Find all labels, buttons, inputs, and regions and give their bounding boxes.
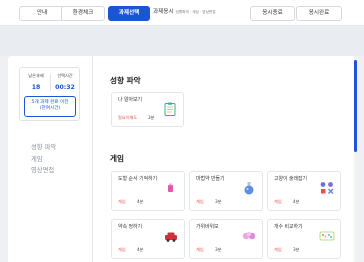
count-compare-icon <box>319 231 335 241</box>
header-band <box>0 27 364 56</box>
task-card-time: 3분 <box>148 115 155 120</box>
clipboard-icon <box>164 102 176 116</box>
column-divider <box>92 56 93 262</box>
cat-grid-icon <box>320 182 334 194</box>
step-env-check[interactable]: 환경체크 <box>61 6 105 21</box>
sidebar-item-game[interactable]: 게임 <box>31 154 43 163</box>
task-card-time: 3분 <box>215 247 222 252</box>
remaining-value: 18 <box>31 84 41 91</box>
step-task-take[interactable]: 과제응시 성향파악 · 게임 · 영상면접 <box>153 6 251 21</box>
step-task-select[interactable]: 과제선택 <box>108 6 150 21</box>
task-card-time: 3분 <box>215 199 222 204</box>
section-title-game: 게임 <box>110 154 124 163</box>
task-card-tag: 게임 <box>274 199 282 204</box>
task-card-title: 약속 정하기 <box>118 224 143 230</box>
task-card-title: 나 알아보기 <box>118 97 143 103</box>
task-card-tag: 필요이해도 <box>118 115 138 120</box>
task-card-game[interactable]: 도형 순서 기억하기 게임 4분 <box>111 171 185 211</box>
task-card-title: 개수 비교하기 <box>274 224 303 230</box>
task-card-tag: 게임 <box>196 247 204 252</box>
sidebar-item-personality[interactable]: 성향 파악 <box>31 142 56 151</box>
task-card-time: 4분 <box>293 199 300 204</box>
task-card-game[interactable]: 가위바위보 게임 3분 <box>189 219 263 259</box>
scrollbar-thumb[interactable] <box>354 60 357 152</box>
step-bar: 안내 환경체크 과제선택 과제응시 성향파악 · 게임 · 영상면접 응시종료 응… <box>0 0 364 26</box>
rest-time-button[interactable]: 5개 과제 완료 이전 (잔여시간) <box>24 96 76 117</box>
step-exam-end[interactable]: 응시종료 <box>250 6 295 21</box>
task-card-tag: 게임 <box>118 247 126 252</box>
task-card-game[interactable]: 개수 비교하기 게임 3분 <box>267 219 341 259</box>
task-card-title: 도형 순서 기억하기 <box>118 176 158 182</box>
rest-time-line2: (잔여시간) <box>39 106 61 111</box>
task-card-title: 마법약 만들기 <box>196 176 225 182</box>
shapes-sequence-icon <box>168 183 173 192</box>
task-card-title: 가위바위보 <box>196 224 219 230</box>
step-exam-complete[interactable]: 응시완료 <box>296 6 342 21</box>
task-card-tag: 게임 <box>196 199 204 204</box>
task-card-time: 4분 <box>137 247 144 252</box>
task-card-tag: 게임 <box>118 199 126 204</box>
remaining-label: 남은과제 <box>28 73 44 78</box>
task-card-personality[interactable]: 나 알아보기 필요이해도 3분 <box>111 92 184 127</box>
task-card-game[interactable]: 고양이 술래잡기 게임 4분 <box>267 171 341 211</box>
task-card-game[interactable]: 마법약 만들기 게임 3분 <box>189 171 263 211</box>
task-card-time: 4분 <box>137 199 144 204</box>
time-label: 선택시간 <box>57 73 73 78</box>
task-card-tag: 게임 <box>274 247 282 252</box>
car-icon <box>165 232 177 242</box>
time-value: 00:32 <box>55 84 75 91</box>
step-task-take-sub: 성향파악 · 게임 · 영상면접 <box>175 10 216 14</box>
potion-icon <box>244 182 254 195</box>
task-card-title: 고양이 술래잡기 <box>274 176 308 182</box>
rock-paper-scissors-icon <box>242 231 256 240</box>
step-intro[interactable]: 안내 <box>19 6 65 21</box>
section-title-personality: 성향 파악 <box>110 76 141 85</box>
status-panel: 남은과제 선택시간 18 00:32 5개 과제 완료 이전 (잔여시간) <box>19 67 80 121</box>
step-task-take-label: 과제응시 <box>153 9 174 15</box>
sidebar-item-video-interview[interactable]: 영상면접 <box>31 165 54 174</box>
task-card-time: 3분 <box>293 247 300 252</box>
task-card-game[interactable]: 약속 정하기 게임 4분 <box>111 219 185 259</box>
